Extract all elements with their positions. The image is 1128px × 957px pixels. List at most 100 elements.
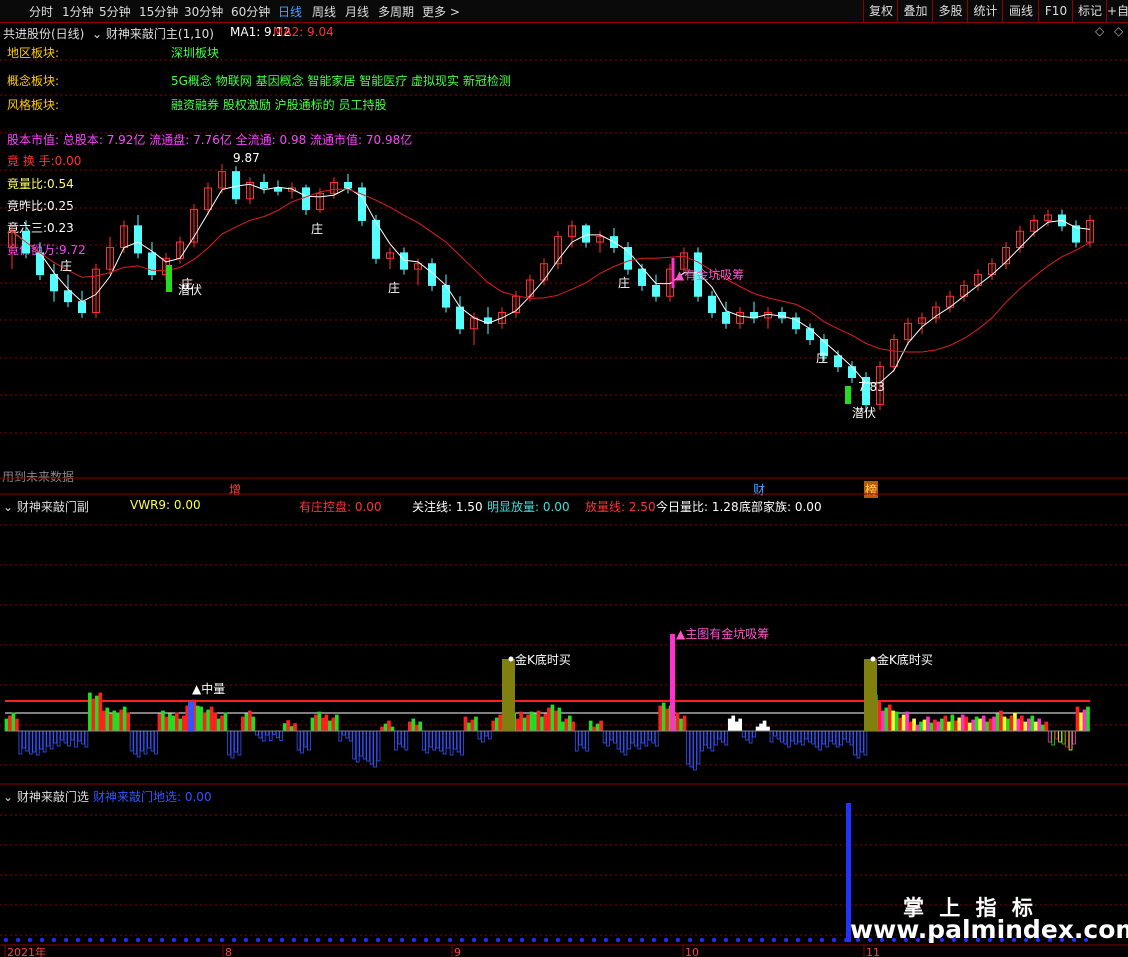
sub-bar [550, 704, 555, 732]
sub-bar [564, 718, 569, 732]
sub-bar [81, 730, 85, 745]
sub-bar [341, 730, 346, 736]
candle-body [652, 284, 660, 297]
sub-bar [140, 730, 144, 752]
sub-bar [77, 730, 82, 742]
watermark-url: www.palmindex.com [850, 915, 1128, 944]
sub-bar [1051, 730, 1056, 746]
sub-bar [919, 721, 923, 732]
candle-body [148, 252, 156, 276]
low-price-label: 7.83 [858, 380, 885, 394]
candle-body [50, 274, 58, 292]
sub-bar [1013, 712, 1017, 732]
select-dot [292, 938, 296, 942]
sub-bar [32, 730, 37, 753]
sub-bar [484, 730, 489, 737]
sub-bar [905, 711, 909, 732]
sub-bar [936, 721, 941, 732]
sub-bar [797, 730, 802, 743]
sub-bar [397, 730, 402, 745]
sub-bar [755, 726, 760, 732]
select-dot [808, 938, 812, 942]
sub-bar [334, 714, 339, 732]
sub-bar [366, 730, 370, 762]
zhongliang-label: ▲中量 [192, 681, 225, 696]
ma1-line [11, 183, 1091, 384]
sub-bar [790, 730, 795, 742]
sub-bar [467, 722, 471, 732]
sub-bar [588, 720, 593, 732]
sub-bar [1068, 730, 1073, 751]
sub-bar [60, 730, 64, 741]
sub-bar [1061, 730, 1066, 745]
sub-bar [425, 730, 430, 754]
sub-bar [498, 714, 503, 732]
sub-bar [849, 730, 854, 746]
sub-bar [414, 724, 419, 732]
sub-bar [1009, 715, 1014, 732]
sub-bar [703, 730, 708, 746]
sub-bar [119, 709, 124, 732]
sub-bar [1006, 718, 1010, 732]
sub-bar [279, 730, 284, 741]
select-dot [52, 938, 56, 942]
sub-bar [359, 730, 363, 757]
select-dot [400, 938, 404, 942]
sub-bar [828, 730, 833, 742]
sub-bar [929, 722, 934, 732]
candle-body [260, 182, 268, 189]
sub-bar [35, 730, 40, 756]
candle-body [582, 225, 590, 243]
zhuang-label: 庄 [816, 350, 828, 365]
sub-bar [220, 715, 224, 732]
candle-body [274, 187, 282, 192]
select-dot [100, 938, 104, 942]
sub-bar [376, 730, 381, 762]
select-dot [760, 938, 764, 942]
sub-bar [880, 710, 885, 732]
zhuang-label: 庄 [388, 280, 400, 295]
sub-bar [206, 709, 210, 732]
sub-bar [731, 715, 736, 732]
sub-bar [314, 714, 318, 732]
sub-bar [491, 720, 496, 732]
sub-bar [547, 707, 551, 732]
chart-canvas[interactable]: 9.877.83潜伏潜伏庄庄庄 庄庄庄▲有金坑吸筹▲中量金K底时买▲主图有金坑吸筹… [0, 0, 1128, 957]
sub-bar [853, 730, 857, 756]
sub-bar [825, 730, 829, 748]
sub-bar [561, 721, 565, 732]
sub-bar [1086, 706, 1090, 732]
sub-bar [394, 730, 398, 751]
sub-bar [620, 730, 624, 753]
select-dot [112, 938, 116, 942]
sub-bar [613, 730, 617, 744]
sub-bar [70, 730, 75, 741]
select-dot [820, 938, 824, 942]
pink-bar [670, 634, 675, 731]
sub-bar [720, 730, 725, 743]
sub-bar [787, 730, 791, 748]
sub-bar [964, 716, 969, 732]
sub-bar [84, 730, 89, 748]
candle-body [848, 366, 856, 378]
sub-bar [536, 710, 541, 732]
sub-bar [439, 730, 443, 752]
select-dot [484, 938, 488, 942]
sub-bar [129, 730, 134, 752]
sub-bar [56, 730, 61, 747]
sub-bar [331, 717, 336, 732]
sub-bar [74, 730, 78, 748]
sub-bar [894, 711, 899, 732]
sub-bar [265, 730, 270, 736]
sub-bar [571, 721, 576, 732]
sub-bar [442, 730, 447, 755]
sub-bar [387, 720, 391, 732]
sub-bar [390, 726, 395, 732]
zhuang-label: 庄 [181, 276, 193, 291]
jink-label: 金K底时买 [877, 652, 933, 667]
sub-bar [933, 719, 937, 732]
sub-bar [230, 730, 235, 759]
sub-bar [926, 716, 930, 732]
select-dot [640, 938, 644, 942]
candle-body [834, 355, 842, 368]
